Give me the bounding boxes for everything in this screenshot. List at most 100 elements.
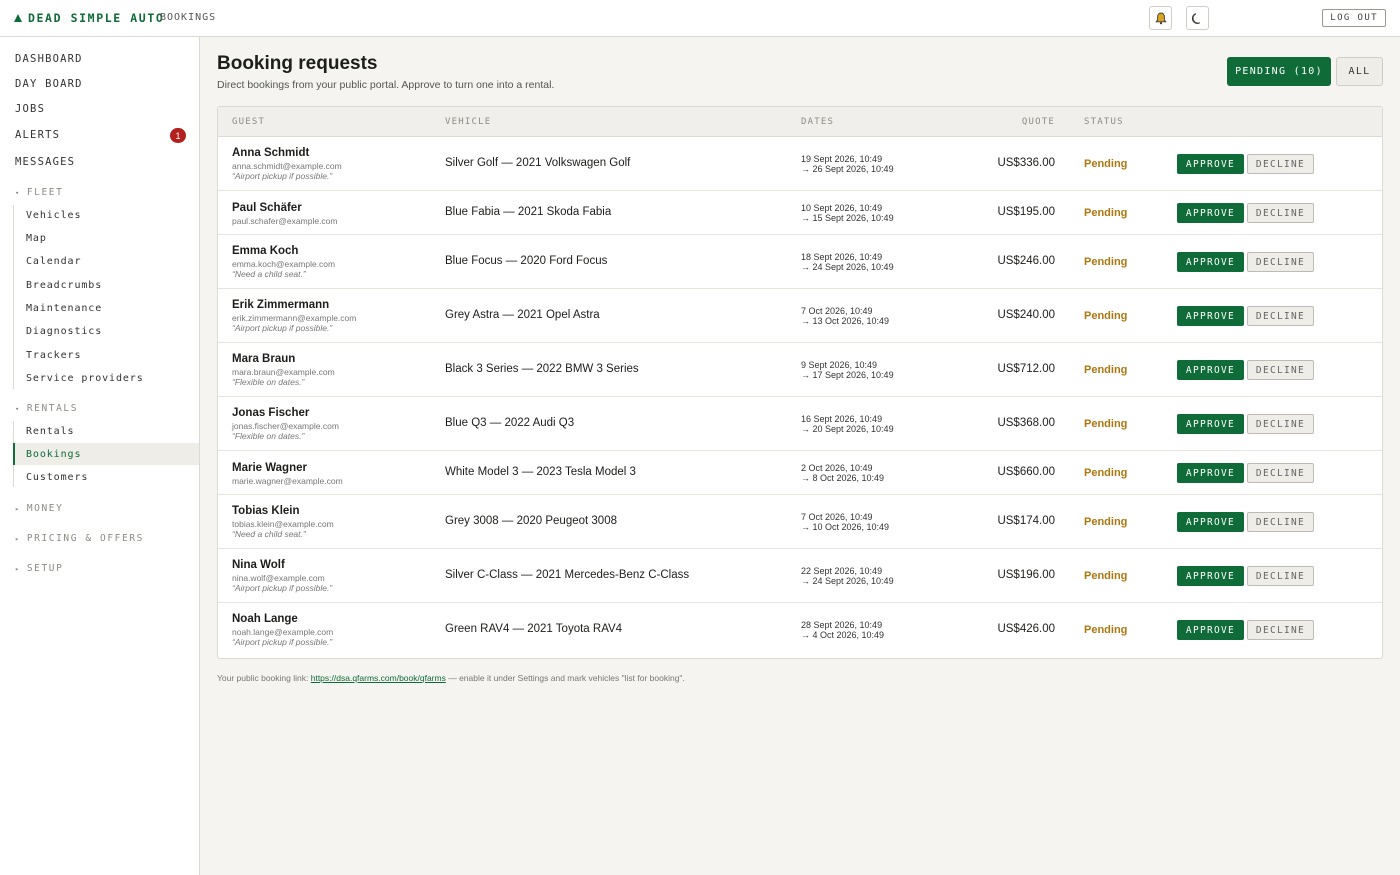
- status-badge: Pending: [1084, 516, 1128, 528]
- approve-button[interactable]: APPROVE: [1177, 360, 1244, 380]
- approve-button[interactable]: APPROVE: [1177, 203, 1244, 223]
- table-row: Marie Wagner marie.wagner@example.com Whit…: [218, 451, 1382, 495]
- nav-map[interactable]: Map: [26, 233, 47, 244]
- decline-button[interactable]: DECLINE: [1247, 203, 1314, 223]
- date-from: 2 Oct 2026, 10:49: [801, 463, 873, 473]
- caret-right-icon: ▸: [15, 534, 21, 543]
- approve-button[interactable]: APPROVE: [1177, 154, 1244, 174]
- booking-dates: 10 Sept 2026, 10:49 → 15 Sept 2026, 10:49: [801, 203, 894, 223]
- vehicle-name: Blue Fabia — 2021 Skoda Fabia: [445, 206, 612, 218]
- decline-button[interactable]: DECLINE: [1247, 306, 1314, 326]
- status-badge: Pending: [1084, 467, 1128, 479]
- nav-messages[interactable]: MESSAGES: [15, 156, 75, 168]
- bell-icon: [1154, 12, 1167, 24]
- nav-vehicles[interactable]: Vehicles: [26, 210, 81, 221]
- section-money[interactable]: ▸ MONEY: [15, 503, 63, 514]
- decline-button[interactable]: DECLINE: [1247, 566, 1314, 586]
- nav-bookings[interactable]: Bookings: [26, 449, 81, 460]
- booking-link-note: Your public booking link: https://dsa.qf…: [217, 673, 685, 683]
- nav-trackers[interactable]: Trackers: [26, 350, 81, 361]
- date-from: 19 Sept 2026, 10:49: [801, 154, 883, 164]
- decline-button[interactable]: DECLINE: [1247, 252, 1314, 272]
- guest-note: “Airport pickup if possible.”: [232, 583, 333, 593]
- approve-button[interactable]: APPROVE: [1177, 566, 1244, 586]
- decline-button[interactable]: DECLINE: [1247, 620, 1314, 640]
- nav-day-board[interactable]: DAY BOARD: [15, 78, 83, 90]
- table-row: Emma Koch emma.koch@example.com “Need a ch…: [218, 235, 1382, 289]
- approve-button[interactable]: APPROVE: [1177, 306, 1244, 326]
- quote-amount: US$195.00: [997, 206, 1055, 218]
- approve-button[interactable]: APPROVE: [1177, 620, 1244, 640]
- filter-pending-button[interactable]: PENDING (10): [1227, 57, 1331, 86]
- table-row: Noah Lange noah.lange@example.com “Airport…: [218, 603, 1382, 657]
- approve-button[interactable]: APPROVE: [1177, 463, 1244, 483]
- caret-down-icon: ▾: [15, 404, 21, 413]
- decline-button[interactable]: DECLINE: [1247, 154, 1314, 174]
- date-to: → 20 Sept 2026, 10:49: [801, 424, 894, 434]
- date-to: → 13 Oct 2026, 10:49: [801, 316, 890, 326]
- brand[interactable]: DEAD SIMPLE AUTO: [14, 11, 164, 25]
- nav-calendar[interactable]: Calendar: [26, 256, 81, 267]
- vehicle-name: Grey Astra — 2021 Opel Astra: [445, 309, 600, 321]
- nav-rentals[interactable]: Rentals: [26, 426, 74, 437]
- caret-down-icon: ▾: [15, 188, 21, 197]
- section-fleet[interactable]: ▾ FLEET: [15, 187, 63, 198]
- footer-prefix: Your public booking link:: [217, 673, 311, 683]
- table-header: GUEST VEHICLE DATES QUOTE STATUS: [218, 107, 1382, 137]
- booking-dates: 19 Sept 2026, 10:49 → 26 Sept 2026, 10:49: [801, 154, 894, 174]
- table-row: Tobias Klein tobias.klein@example.com “Nee…: [218, 495, 1382, 549]
- section-rentals[interactable]: ▾ RENTALS: [15, 403, 78, 414]
- table-row: Anna Schmidt anna.schmidt@example.com “Air…: [218, 137, 1382, 191]
- public-booking-link[interactable]: https://dsa.qfarms.com/book/qfarms: [311, 673, 446, 683]
- guest-note: “Flexible on dates.”: [232, 377, 305, 387]
- guest-note: “Flexible on dates.”: [232, 431, 305, 441]
- decline-button[interactable]: DECLINE: [1247, 463, 1314, 483]
- vehicle-name: Blue Q3 — 2022 Audi Q3: [445, 417, 575, 429]
- section-setup[interactable]: ▸ SETUP: [15, 563, 63, 574]
- guest-email: noah.lange@example.com: [232, 627, 334, 637]
- nav-service-providers[interactable]: Service providers: [26, 373, 144, 384]
- notifications-button[interactable]: [1149, 6, 1172, 30]
- decline-button[interactable]: DECLINE: [1247, 414, 1314, 434]
- section-rentals-label: RENTALS: [26, 403, 79, 414]
- booking-dates: 7 Oct 2026, 10:49 → 10 Oct 2026, 10:49: [801, 512, 889, 532]
- date-to: → 4 Oct 2026, 10:49: [801, 630, 885, 640]
- moon-icon: [1191, 12, 1201, 24]
- nav-customers[interactable]: Customers: [26, 472, 88, 483]
- nav-diagnostics[interactable]: Diagnostics: [26, 326, 102, 337]
- theme-toggle-button[interactable]: [1186, 6, 1209, 30]
- header-status: STATUS: [1084, 117, 1124, 127]
- guest-name: Tobias Klein: [232, 505, 300, 517]
- nav-maintenance[interactable]: Maintenance: [26, 303, 102, 314]
- filter-all-button[interactable]: ALL: [1336, 57, 1383, 86]
- decline-button[interactable]: DECLINE: [1247, 512, 1314, 532]
- fleet-divider: [13, 205, 14, 389]
- approve-button[interactable]: APPROVE: [1177, 252, 1244, 272]
- guest-name: Noah Lange: [232, 613, 298, 625]
- top-bar: DEAD SIMPLE AUTO BOOKINGS LOG OUT: [0, 0, 1400, 37]
- approve-button[interactable]: APPROVE: [1177, 414, 1244, 434]
- decline-button[interactable]: DECLINE: [1247, 360, 1314, 380]
- quote-amount: US$240.00: [997, 309, 1055, 321]
- table-row: Nina Wolf nina.wolf@example.com “Airport p…: [218, 549, 1382, 603]
- bookings-table: GUEST VEHICLE DATES QUOTE STATUS Anna Sc…: [217, 106, 1383, 659]
- approve-button[interactable]: APPROVE: [1177, 512, 1244, 532]
- nav-breadcrumbs[interactable]: Breadcrumbs: [26, 280, 102, 291]
- quote-amount: US$174.00: [997, 515, 1055, 527]
- nav-jobs[interactable]: JOBS: [15, 103, 45, 115]
- section-setup-label: SETUP: [26, 563, 64, 574]
- nav-alerts[interactable]: ALERTS: [15, 129, 60, 141]
- guest-email: jonas.fischer@example.com: [232, 421, 339, 431]
- guest-email: anna.schmidt@example.com: [232, 161, 342, 171]
- quote-amount: US$246.00: [997, 255, 1055, 267]
- guest-email: marie.wagner@example.com: [232, 476, 343, 486]
- guest-email: emma.koch@example.com: [232, 259, 336, 269]
- nav-dashboard[interactable]: DASHBOARD: [15, 53, 83, 65]
- date-from: 22 Sept 2026, 10:49: [801, 566, 883, 576]
- table-row: Mara Braun mara.braun@example.com “Flexibl…: [218, 343, 1382, 397]
- logout-button[interactable]: LOG OUT: [1322, 9, 1386, 27]
- section-pricing-offers[interactable]: ▸ PRICING & OFFERS: [15, 533, 144, 544]
- date-to: → 26 Sept 2026, 10:49: [801, 164, 894, 174]
- booking-dates: 9 Sept 2026, 10:49 → 17 Sept 2026, 10:49: [801, 360, 894, 380]
- footer-suffix: — enable it under Settings and mark vehi…: [445, 673, 685, 683]
